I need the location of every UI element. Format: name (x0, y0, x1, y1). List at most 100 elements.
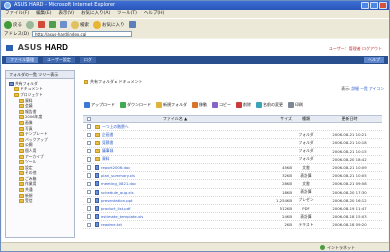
file-icon (95, 181, 99, 187)
row-checkbox[interactable] (86, 140, 92, 146)
close-button[interactable] (379, 2, 387, 9)
header-type[interactable]: 種類 (295, 116, 317, 122)
file-icon (95, 214, 99, 220)
select-all-checkbox[interactable] (86, 116, 92, 122)
file-icon (95, 173, 99, 179)
table-row[interactable]: meeting_0821.doc 28KB 文書 2006-08-21 09:58 (83, 180, 382, 189)
file-name-link[interactable]: presentation.ppt (101, 198, 133, 203)
folder-icon (19, 176, 24, 181)
file-name-link[interactable]: readme.txt (101, 222, 122, 227)
action-label: 新規フォルダ (163, 101, 187, 107)
file-type: 表計算 (300, 189, 312, 195)
action-button[interactable]: 新規フォルダ (156, 101, 187, 108)
row-checkbox[interactable] (86, 222, 92, 228)
maximize-button[interactable] (370, 2, 378, 9)
file-name-link[interactable]: estimate_template.xls (101, 214, 143, 219)
header-time[interactable]: 更新日時 (317, 116, 382, 122)
home-button[interactable] (60, 20, 67, 29)
action-button[interactable]: 移動 (192, 101, 207, 108)
file-name-link[interactable]: 資料 (102, 156, 110, 162)
view-icon-link[interactable]: アイコン (369, 86, 384, 91)
media-button[interactable] (128, 20, 136, 29)
table-row[interactable]: 資料 フォルダ 2006-08-20 18:42 (83, 156, 382, 164)
row-check-cell (83, 157, 95, 162)
forward-button[interactable] (26, 20, 34, 29)
menu-help[interactable]: ヘルプ(H) (144, 10, 164, 18)
file-name-link[interactable]: plan_summary.xls (101, 173, 135, 178)
search-button[interactable]: 検索 (71, 20, 89, 29)
menu-edit[interactable]: 編集(E) (36, 10, 51, 18)
action-button[interactable]: ダウンロード (120, 101, 151, 108)
row-checkbox[interactable] (86, 189, 92, 195)
table-row[interactable]: report2006.doc 45KB 文書 2006-08-21 10:09 (83, 164, 382, 173)
row-checkbox[interactable] (86, 198, 92, 203)
row-checkbox[interactable] (86, 214, 92, 219)
row-checkbox[interactable] (86, 206, 92, 211)
row-checkbox[interactable] (86, 165, 92, 170)
table-row[interactable]: 一つ上の階層へ (83, 123, 382, 132)
action-button[interactable]: 印刷 (288, 101, 303, 108)
table-row[interactable]: schedule_aug.xls 18KB 表計算 2006-08-20 17:30 (83, 189, 382, 197)
folder-icon (19, 126, 24, 131)
action-button[interactable]: アップロード (84, 101, 115, 108)
action-button[interactable]: 削除 (236, 101, 251, 108)
view-list-link[interactable]: 一覧 (360, 86, 368, 91)
table-row[interactable]: 見積書 フォルダ 2006-08-21 10:18 (83, 139, 382, 148)
favorites-button[interactable]: お気に入り (93, 20, 125, 29)
file-name-cell: product_list.pdf (95, 205, 255, 211)
view-switcher: 表示: 詳細 一覧 アイコン (341, 86, 384, 92)
file-name-link[interactable]: meeting_0821.doc (101, 181, 136, 186)
row-checkbox[interactable] (86, 173, 92, 178)
media-icon (128, 21, 136, 28)
file-name-link[interactable]: schedule_aug.xls (101, 190, 134, 195)
header-size[interactable]: サイズ (255, 116, 295, 122)
help-link[interactable]: ヘルプ (364, 57, 384, 63)
stop-button[interactable] (38, 20, 45, 29)
table-row[interactable]: product_list.pdf 512KB PDF 2006-08-19 11:47 (83, 205, 382, 214)
app-logo[interactable]: ASUS HARD (6, 43, 68, 52)
window-controls (361, 2, 387, 9)
file-type: 文書 (302, 164, 310, 170)
refresh-button[interactable] (49, 20, 56, 29)
row-checkbox[interactable] (86, 181, 92, 187)
table-row[interactable]: presentation.ppt 1,254KB プレゼン 2006-08-20 16… (83, 197, 382, 205)
user-info[interactable]: ユーザー：管理者 ログアウト (329, 46, 382, 52)
file-name-link[interactable]: 一つ上の階層へ (102, 124, 129, 130)
minimize-button[interactable] (361, 2, 369, 9)
row-checkbox[interactable] (86, 157, 92, 162)
action-button[interactable]: 名前の変更 (256, 101, 283, 108)
table-row[interactable]: 企画書 フォルダ 2006-08-21 10:21 (83, 131, 382, 140)
table-row[interactable]: estimate_template.xls 24KB 表計算 2006-08-18 1… (83, 213, 382, 222)
table-row[interactable]: 議事録 フォルダ 2006-08-21 10:15 (83, 148, 382, 156)
menu-view[interactable]: 表示(V) (58, 10, 74, 18)
row-checkbox[interactable] (86, 124, 92, 129)
breadcrumb-path[interactable]: 共有フォルダ ▸ ドキュメント (90, 79, 143, 85)
table-row[interactable]: plan_summary.xls 32KB 表計算 2006-08-21 10:05 (83, 172, 382, 181)
file-name-link[interactable]: 見積書 (102, 140, 113, 146)
file-name-link[interactable]: report2006.doc (101, 165, 130, 170)
menu-favorites[interactable]: お気に入り(A) (81, 10, 110, 18)
menu-file[interactable]: ファイル(F) (5, 10, 29, 18)
file-name-link[interactable]: 企画書 (102, 132, 113, 138)
row-checkbox[interactable] (86, 148, 92, 154)
tree-item[interactable]: 受信 (9, 198, 74, 204)
menu-tools[interactable]: ツール(T) (117, 10, 137, 18)
tab-file-manager[interactable]: ファイル管理 (6, 57, 38, 63)
back-label: 戻る (13, 22, 22, 28)
action-button[interactable]: コピー (212, 101, 231, 108)
folder-icon (14, 87, 19, 92)
tab-user-settings[interactable]: ユーザー設定 (43, 57, 75, 63)
file-name-link[interactable]: product_list.pdf (101, 206, 130, 211)
tab-log[interactable]: ログ (79, 57, 96, 63)
view-detail-link[interactable]: 詳細 (351, 86, 359, 91)
row-checkbox[interactable] (86, 132, 92, 138)
refresh-icon (49, 21, 56, 28)
address-input[interactable]: http://asus-hard/index.cgi (31, 31, 132, 37)
back-button[interactable]: 戻る (4, 20, 22, 29)
file-time: 2006-08-18 09:20 (332, 222, 367, 228)
file-name-link[interactable]: 議事録 (102, 148, 113, 154)
header-name[interactable]: ファイル名 ▲ (95, 116, 255, 122)
folder-icon (19, 132, 24, 137)
table-row[interactable]: readme.txt 2KB テキスト 2006-08-18 09:20 (83, 221, 382, 230)
folder-icon (19, 193, 24, 198)
